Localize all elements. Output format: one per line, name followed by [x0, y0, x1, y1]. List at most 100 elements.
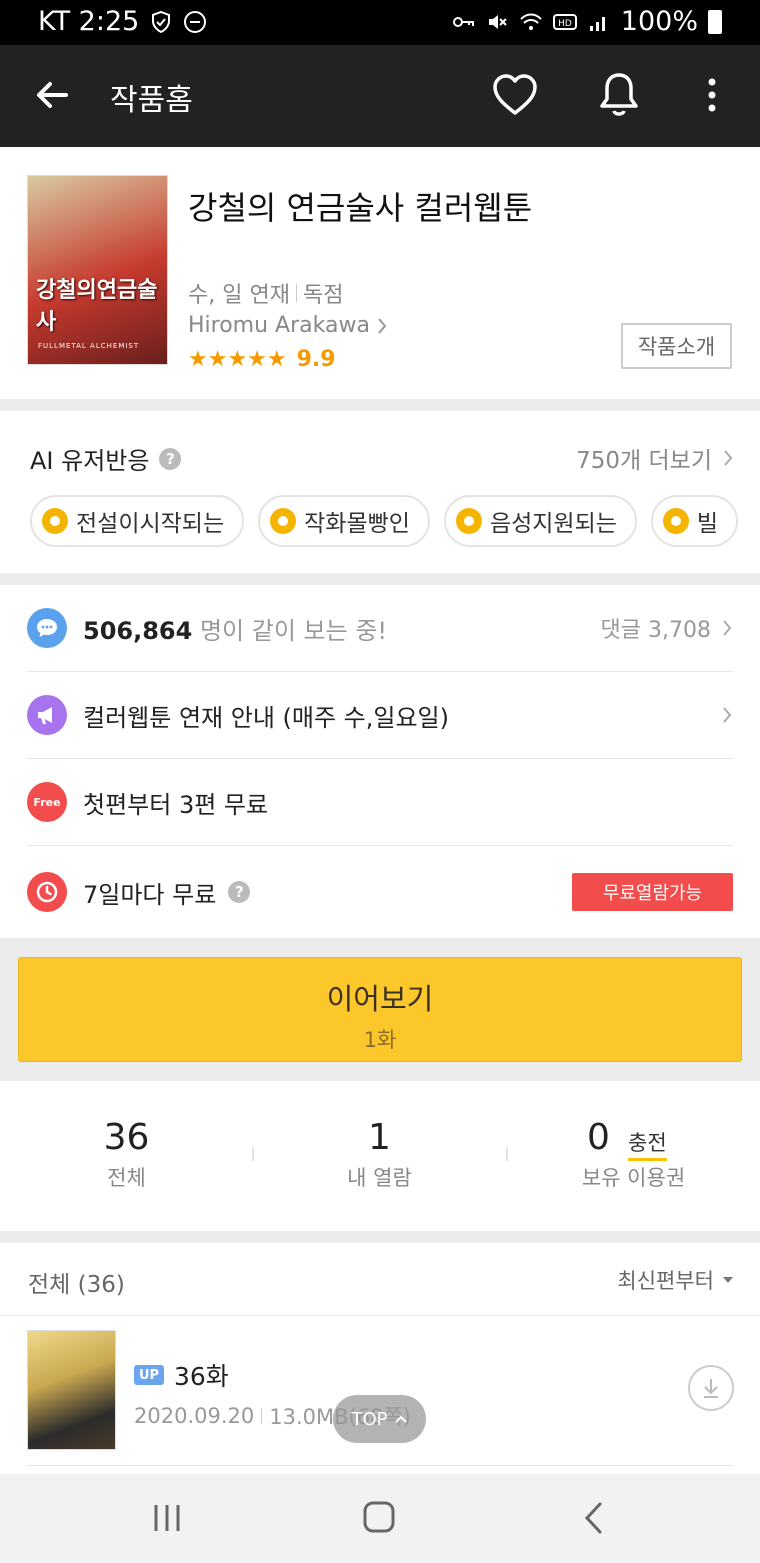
rating: ★★★★★ 9.9: [188, 347, 336, 372]
free-first-text: 첫편부터 3편 무료: [83, 790, 269, 819]
wait-free-text: 7일마다 무료: [83, 880, 217, 909]
episode-list-header: 전체 (36): [28, 1272, 125, 1298]
chevron-right-icon: [724, 450, 733, 466]
notice-chevron: [721, 706, 733, 724]
schedule-text: 수, 일 연재: [188, 283, 290, 308]
scroll-top-button[interactable]: TOP: [333, 1395, 426, 1443]
back-arrow-icon[interactable]: [32, 75, 72, 115]
heart-icon[interactable]: [492, 73, 538, 117]
sort-dropdown[interactable]: 최신편부터: [617, 1265, 734, 1295]
comments-link[interactable]: 댓글 3,708: [601, 612, 733, 644]
free-view-badge[interactable]: 무료열람가능: [572, 873, 733, 911]
author-name: Hiromu Arakawa: [188, 313, 370, 338]
info-section: 506,864 명이 같이 보는 중! 댓글 3,708 컬러웹툰 연재 안내 …: [0, 585, 760, 938]
section-divider: [0, 1231, 760, 1243]
stat-total-value: 36: [103, 1117, 150, 1158]
chip-label: 전설이시작되는: [76, 511, 225, 537]
divider: [27, 1465, 733, 1466]
battery-icon: [708, 9, 722, 34]
free-icon: Free: [27, 782, 67, 822]
ai-chip[interactable]: 작화몰빵인: [258, 495, 430, 547]
notice-row[interactable]: 컬러웹툰 연재 안내 (매주 수,일요일): [27, 672, 733, 759]
ai-reaction-title: AI 유저반응: [30, 447, 150, 475]
stat-read: 1 내 열람: [253, 1117, 506, 1192]
ai-chip-list: 전설이시작되는 작화몰빵인 음성지원되는 빌: [30, 495, 739, 547]
continue-button[interactable]: 이어보기 1화: [18, 957, 742, 1062]
divider: [295, 284, 297, 302]
ai-reaction-more[interactable]: 750개 더보기: [576, 441, 734, 475]
viewers-count: 506,864: [83, 616, 193, 645]
carrier-time: KT 2:25: [38, 6, 140, 37]
nav-back-icon[interactable]: [580, 1500, 606, 1536]
bell-icon[interactable]: [598, 71, 640, 119]
chevron-right-icon: [723, 707, 732, 723]
download-icon[interactable]: [688, 1365, 734, 1411]
free-first-row: Free 첫편부터 3편 무료: [27, 759, 733, 846]
stat-read-value: 1: [368, 1117, 391, 1158]
chevron-up-icon: [394, 1415, 407, 1423]
shield-check-icon: [152, 10, 171, 33]
cover-image: 강철의연금술사 FULLMETAL ALCHEMIST: [27, 175, 168, 365]
signal-icon: [589, 16, 605, 31]
app-bar: 작품홈: [0, 45, 760, 147]
do-not-disturb-icon: [184, 10, 207, 33]
help-icon[interactable]: ?: [228, 881, 251, 903]
work-schedule: 수, 일 연재 독점: [188, 277, 343, 309]
viewers-text: 506,864 명이 같이 보는 중!: [83, 611, 387, 646]
help-icon[interactable]: ?: [159, 447, 182, 470]
page-title: 작품홈: [110, 83, 193, 118]
cover-subtitle-art: FULLMETAL ALCHEMIST: [38, 342, 140, 350]
work-header: 강철의연금술사 FULLMETAL ALCHEMIST 강철의 연금술사 컬러웹…: [0, 147, 760, 399]
episode-title[interactable]: 36화: [174, 1357, 229, 1393]
status-bar: KT 2:25 HD 100%: [0, 0, 760, 45]
wait-free-row: 7일마다 무료 ? 무료열람가능: [27, 846, 733, 938]
chevron-right-icon: [723, 620, 732, 636]
clock-icon: [27, 872, 67, 912]
intro-button[interactable]: 작품소개: [621, 323, 732, 369]
stat-tickets-label: 보유 이용권: [581, 1166, 686, 1190]
charge-link[interactable]: 충전: [628, 1127, 667, 1161]
section-divider: [0, 573, 760, 585]
ai-chip[interactable]: 빌: [650, 495, 739, 547]
work-title: 강철의 연금술사 컬러웹툰: [188, 189, 533, 227]
chevron-right-icon: [378, 317, 387, 334]
chip-label: 음성지원되는: [489, 511, 617, 537]
chip-label: 빌: [696, 511, 719, 537]
status-bar-right: HD 100%: [451, 6, 722, 37]
comments-count: 댓글 3,708: [600, 618, 711, 643]
viewers-suffix: 명이 같이 보는 중!: [199, 616, 388, 645]
recent-apps-icon[interactable]: [150, 1502, 184, 1534]
episode-thumbnail[interactable]: [27, 1330, 116, 1450]
notice-text: 컬러웹툰 연재 안내 (매주 수,일요일): [83, 703, 449, 732]
divider: [0, 1315, 760, 1316]
home-icon[interactable]: [362, 1500, 396, 1534]
top-label: TOP: [351, 1408, 388, 1430]
continue-label: 이어보기: [326, 982, 434, 1016]
ai-chip[interactable]: 전설이시작되는: [30, 495, 245, 547]
episode-date: 2020.09.20: [134, 1404, 255, 1428]
stat-total-label: 전체: [107, 1166, 146, 1190]
ai-reaction-label: AI 유저반응 ?: [30, 441, 182, 476]
stats-section: 36 전체 1 내 열람 0 보유 이용권 충전: [0, 1081, 760, 1231]
cover-title-art: 강철의연금술사: [36, 278, 158, 335]
rating-value: 9.9: [296, 347, 336, 372]
ai-chip[interactable]: 음성지원되는: [443, 495, 637, 547]
hd-icon: HD: [552, 13, 577, 30]
mute-icon: [488, 14, 507, 29]
svg-text:HD: HD: [558, 19, 572, 29]
vpn-key-icon: [452, 16, 474, 27]
continue-episode: 1화: [363, 1028, 397, 1052]
megaphone-icon: [27, 695, 67, 735]
stat-total: 36 전체: [0, 1117, 253, 1192]
more-vert-icon[interactable]: [700, 75, 724, 115]
status-bar-left: KT 2:25: [38, 6, 207, 37]
chat-bubble-icon: [27, 608, 67, 648]
coin-icon: [270, 508, 297, 534]
viewers-row[interactable]: 506,864 명이 같이 보는 중! 댓글 3,708: [27, 585, 733, 672]
coin-icon: [455, 508, 482, 534]
sort-label: 최신편부터: [617, 1269, 714, 1293]
author-link[interactable]: Hiromu Arakawa: [188, 313, 388, 338]
exclusive-label: 독점: [302, 283, 344, 308]
coin-icon: [662, 508, 689, 534]
battery-percent: 100%: [620, 6, 698, 37]
